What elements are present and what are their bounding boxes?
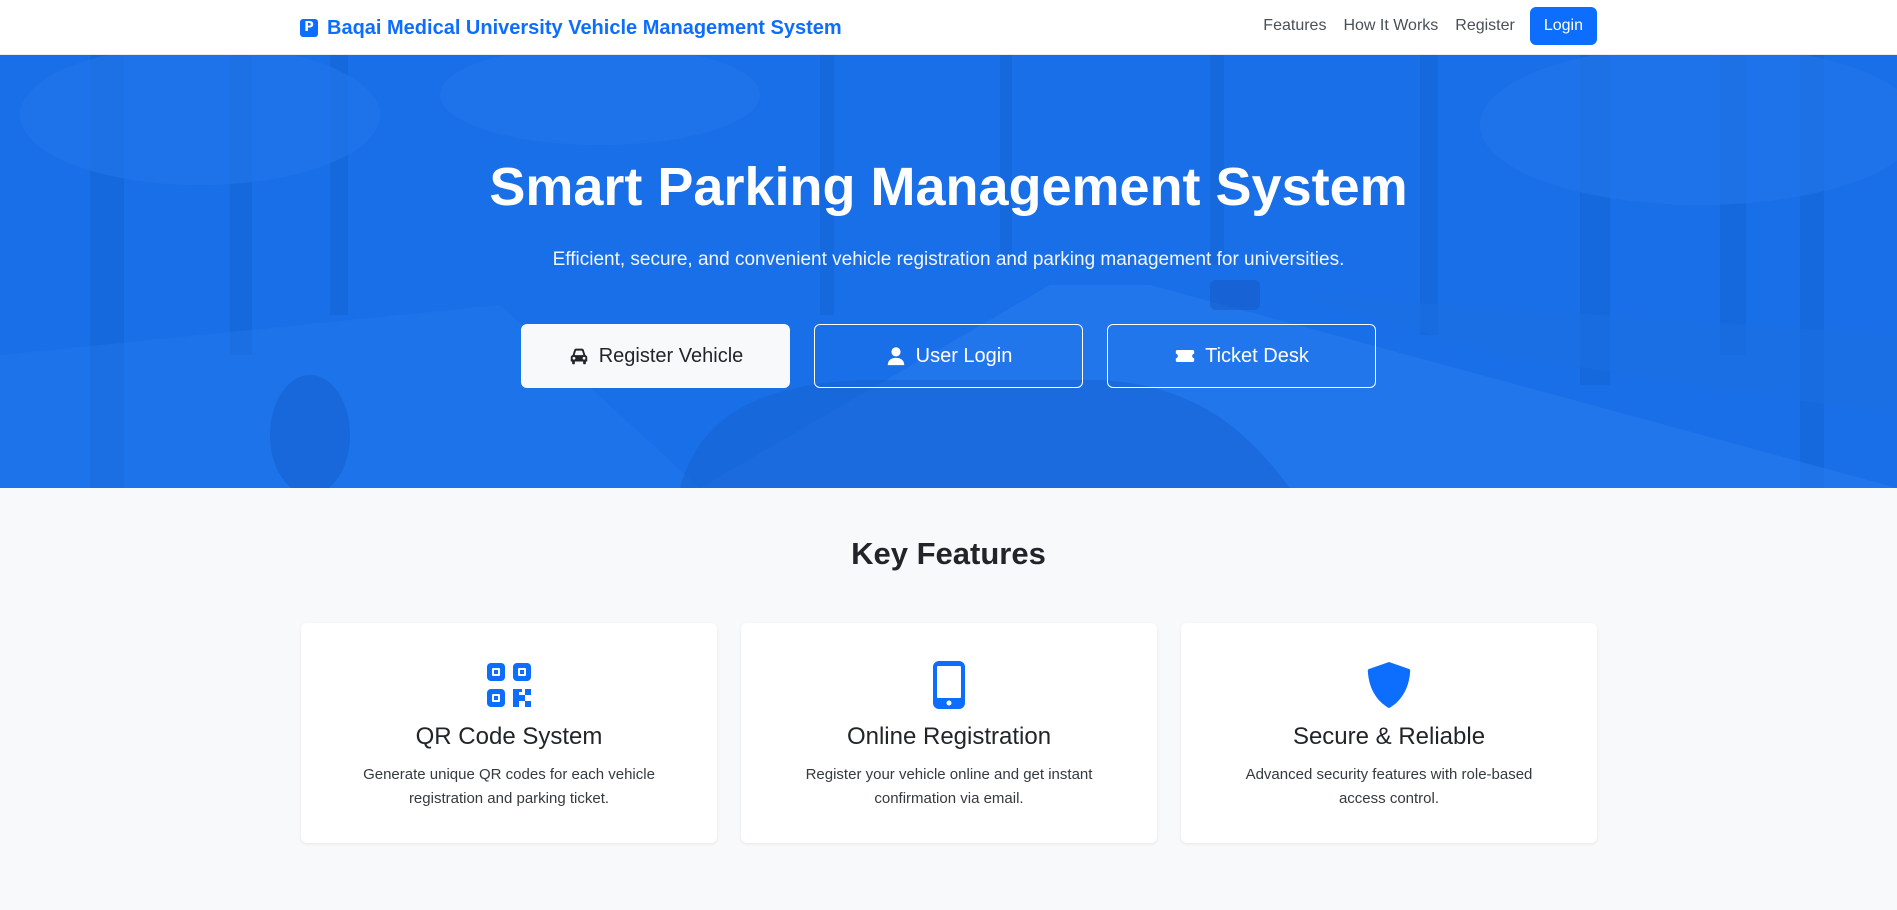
nav-links: Features How It Works Register Login <box>1263 7 1597 45</box>
brand-title: Baqai Medical University Vehicle Managem… <box>327 16 842 39</box>
qr-code-icon <box>487 663 531 707</box>
nav-link-register[interactable]: Register <box>1455 17 1515 35</box>
feature-card-title: Online Registration <box>846 723 1052 750</box>
hero-title: Smart Parking Management System <box>489 157 1408 217</box>
ticket-desk-label: Ticket Desk <box>1205 344 1309 367</box>
navbar: P Baqai Medical University Vehicle Manag… <box>0 0 1897 55</box>
parking-icon: P <box>300 19 318 37</box>
feature-card-title: QR Code System <box>415 723 603 750</box>
feature-card-description: Generate unique QR codes for each vehicl… <box>363 766 655 807</box>
hero-section: Smart Parking Management System Efficien… <box>0 55 1897 488</box>
ticket-icon <box>1175 350 1195 362</box>
features-title: Key Features <box>851 536 1046 571</box>
register-vehicle-label: Register Vehicle <box>598 344 744 367</box>
feature-card-description: Advanced security features with role-bas… <box>1245 766 1533 807</box>
ticket-desk-button[interactable]: Ticket Desk <box>1107 324 1376 388</box>
car-icon <box>570 348 587 365</box>
hero-background-image <box>0 55 1897 488</box>
hero-subtitle: Efficient, secure, and convenient vehicl… <box>552 249 1345 270</box>
nav-link-features[interactable]: Features <box>1263 17 1326 35</box>
feature-card-qr: QR Code System Generate unique QR codes … <box>301 623 717 843</box>
brand-link[interactable]: P Baqai Medical University Vehicle Manag… <box>300 15 842 41</box>
feature-cards: QR Code System Generate unique QR codes … <box>301 623 1597 843</box>
feature-card-title: Secure & Reliable <box>1292 723 1486 750</box>
user-login-button[interactable]: User Login <box>814 324 1083 388</box>
shield-icon <box>1367 662 1411 708</box>
nav-link-how-it-works[interactable]: How It Works <box>1343 17 1438 35</box>
phone-icon <box>933 661 965 709</box>
feature-card-online-registration: Online Registration Register your vehicl… <box>741 623 1157 843</box>
user-icon <box>887 347 904 366</box>
feature-card-description: Register your vehicle online and get ins… <box>805 766 1093 807</box>
hero-buttons: Register Vehicle User Login Ticket Desk <box>521 324 1377 388</box>
register-vehicle-button[interactable]: Register Vehicle <box>521 324 790 388</box>
feature-card-secure: Secure & Reliable Advanced security feat… <box>1181 623 1597 843</box>
user-login-label: User Login <box>915 344 1013 367</box>
login-button[interactable]: Login <box>1529 7 1597 45</box>
